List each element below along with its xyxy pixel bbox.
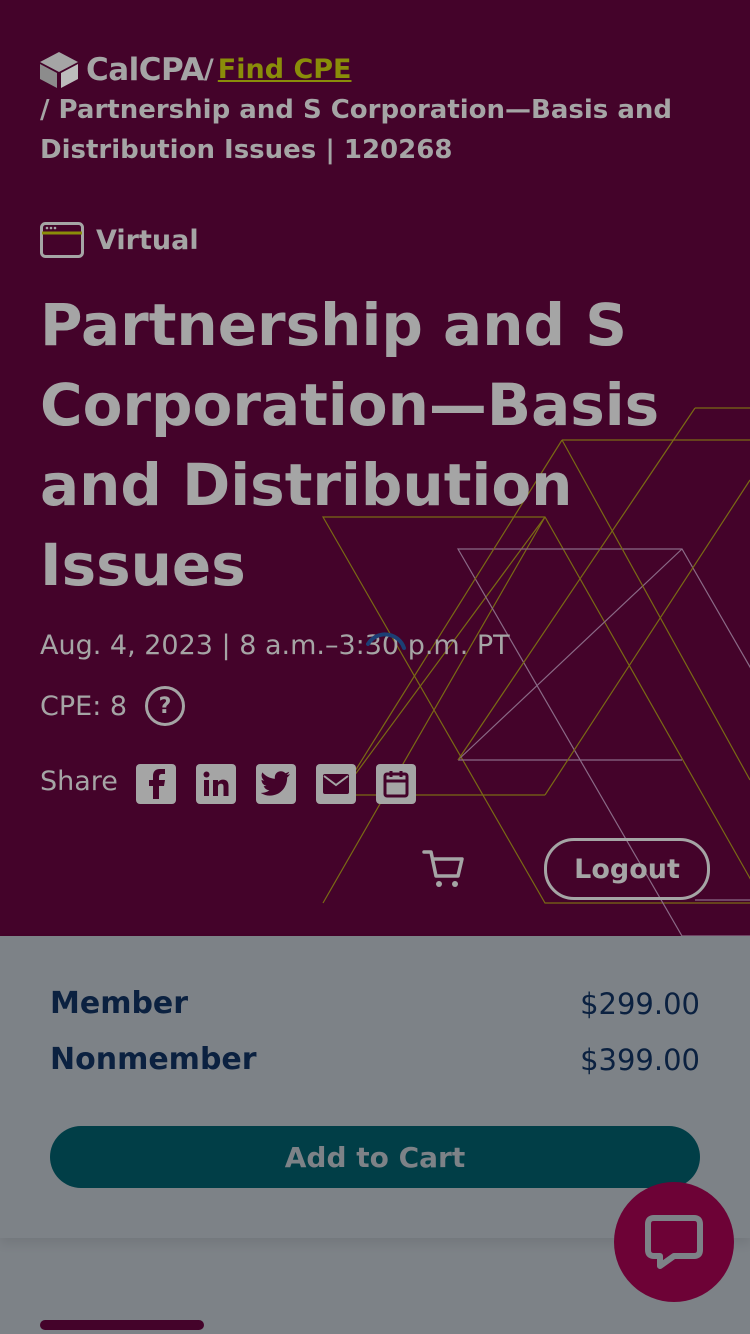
scroll-progress-bar [40, 1320, 204, 1330]
add-to-cart-button[interactable]: Add to Cart [50, 1126, 700, 1188]
linkedin-icon[interactable] [195, 764, 236, 804]
cpe-text: CPE: 8 [40, 690, 128, 722]
nonmember-price: $399.00 [580, 1042, 700, 1077]
cpe-credits: CPE: 8 ? [40, 686, 186, 726]
calendar-icon[interactable] [375, 764, 416, 804]
event-date-time: Aug. 4, 2023 | 8 a.m.–3:30 p.m. PT [40, 630, 510, 661]
chat-bubble-icon [645, 1215, 703, 1269]
share-bar: Share [40, 764, 436, 804]
loading-spinner-icon [366, 632, 406, 650]
event-title: Partnership and S Corporation—Basis and … [40, 291, 660, 599]
format-label: Virtual [96, 224, 199, 256]
member-price-row: Member $299.00 [50, 986, 700, 1021]
breadcrumb-current: / Partnership and S Corporation—Basis an… [40, 95, 672, 165]
format-badge: Virtual [40, 222, 199, 258]
find-cpe-link[interactable]: Find CPE [218, 50, 352, 90]
email-icon[interactable] [315, 764, 356, 804]
calcpa-logo-icon [40, 52, 78, 88]
nonmember-label: Nonmember [50, 1042, 257, 1077]
cart-icon[interactable] [422, 848, 466, 890]
twitter-icon[interactable] [255, 764, 296, 804]
member-label: Member [50, 986, 189, 1021]
help-icon[interactable]: ? [145, 686, 186, 726]
logout-button[interactable]: Logout [544, 838, 710, 900]
share-label: Share [40, 765, 118, 797]
logo-text[interactable]: CalCPA [86, 50, 204, 90]
breadcrumb: CalCPA / Find CPE / Partnership and S Co… [40, 50, 720, 170]
member-price: $299.00 [580, 986, 700, 1021]
facebook-icon[interactable] [135, 764, 176, 804]
browser-window-icon [40, 222, 84, 258]
nonmember-price-row: Nonmember $399.00 [50, 1042, 700, 1077]
breadcrumb-separator: / [203, 54, 214, 85]
event-hero: CalCPA / Find CPE / Partnership and S Co… [0, 0, 750, 936]
chat-button[interactable] [614, 1182, 734, 1302]
